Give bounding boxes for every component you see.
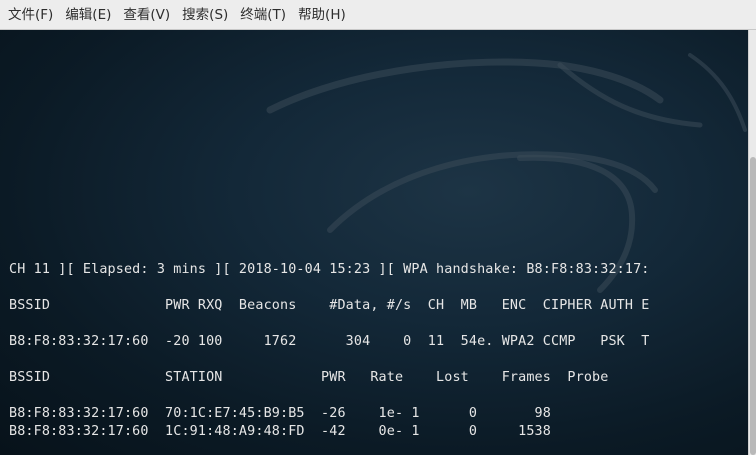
scrollbar-thumb[interactable] <box>750 157 756 455</box>
station-table-header: BSSID STATION PWR Rate Lost Frames Probe <box>9 370 609 385</box>
menu-terminal[interactable]: 终端(T) <box>234 0 292 30</box>
dragon-wallpaper-graphic <box>266 53 747 293</box>
ap-table-row: B8:F8:83:32:17:60 -20 100 1762 304 0 11 … <box>9 334 650 349</box>
menu-search[interactable]: 搜索(S) <box>176 0 234 30</box>
menu-edit[interactable]: 编辑(E) <box>59 0 117 30</box>
menu-help[interactable]: 帮助(H) <box>292 0 352 30</box>
terminal-scrollbar[interactable] <box>748 30 756 455</box>
menu-view[interactable]: 查看(V) <box>117 0 176 30</box>
station-table-row: B8:F8:83:32:17:60 1C:91:48:A9:48:FD -42 … <box>9 424 551 439</box>
ap-table-header: BSSID PWR RXQ Beacons #Data, #/s CH MB E… <box>9 298 650 313</box>
menu-file[interactable]: 文件(F) <box>2 0 59 30</box>
status-line: CH 11 ][ Elapsed: 3 mins ][ 2018-10-04 1… <box>9 262 650 277</box>
station-table-row: B8:F8:83:32:17:60 70:1C:E7:45:B9:B5 -26 … <box>9 406 551 421</box>
menubar: 文件(F) 编辑(E) 查看(V) 搜索(S) 终端(T) 帮助(H) <box>0 0 756 30</box>
terminal-output[interactable]: CH 11 ][ Elapsed: 3 mins ][ 2018-10-04 1… <box>0 30 756 455</box>
